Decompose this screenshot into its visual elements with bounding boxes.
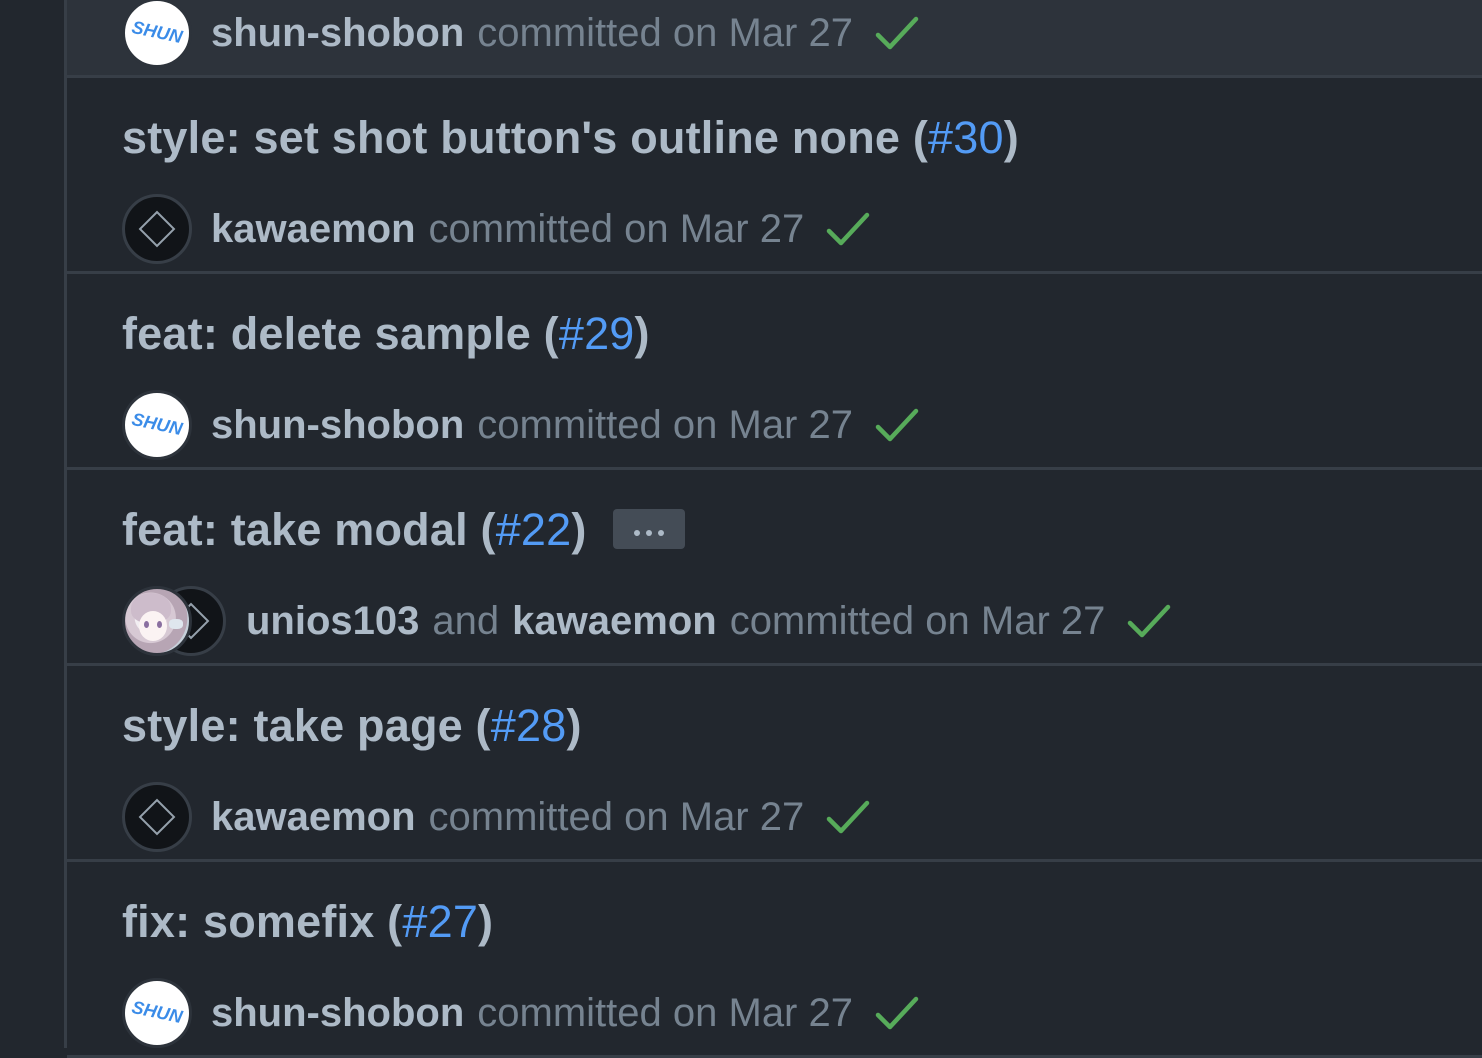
commit-meta: SHUN shun-shobon committed on Mar 27 bbox=[122, 0, 919, 68]
commit-meta: kawaemon committed on Mar 27 bbox=[122, 194, 870, 264]
commit-date[interactable]: committed on Mar 27 bbox=[477, 403, 853, 448]
commit-meta: SHUN shun-shobon committed on Mar 27 bbox=[122, 390, 919, 460]
commit-row: style: set shot button's outline none (#… bbox=[67, 78, 1482, 274]
commit-title[interactable]: feat: delete sample (#29) bbox=[122, 306, 650, 362]
avatar-art bbox=[139, 611, 167, 641]
avatar-art bbox=[157, 621, 162, 628]
diamond-icon bbox=[138, 798, 176, 836]
avatar-logo-text: SHUN bbox=[130, 408, 185, 440]
ellipsis-icon bbox=[657, 530, 664, 537]
check-icon[interactable] bbox=[826, 207, 870, 251]
avatar[interactable]: SHUN bbox=[122, 390, 192, 460]
commit-date[interactable]: committed on Mar 27 bbox=[477, 11, 853, 56]
commit-message-suffix[interactable]: ) bbox=[571, 504, 586, 555]
commit-message-suffix[interactable]: ) bbox=[1004, 112, 1019, 163]
commit-title[interactable]: feat: take modal (#22) bbox=[122, 502, 685, 558]
commit-message-suffix[interactable]: ) bbox=[635, 308, 650, 359]
and-text: and bbox=[432, 598, 500, 643]
commit-date[interactable]: committed on Mar 27 bbox=[429, 207, 805, 252]
author-link[interactable]: unios103 bbox=[246, 599, 419, 644]
avatar-art bbox=[169, 619, 183, 629]
avatar-logo-text: SHUN bbox=[130, 16, 185, 48]
avatar[interactable]: SHUN bbox=[122, 978, 192, 1048]
commit-title[interactable]: style: take page (#28) bbox=[122, 698, 582, 754]
commit-message[interactable]: style: take page ( bbox=[122, 700, 491, 751]
check-icon[interactable] bbox=[1127, 599, 1171, 643]
expand-message-button[interactable] bbox=[612, 509, 685, 550]
commit-date[interactable]: committed on Mar 27 bbox=[730, 599, 1106, 644]
ellipsis-icon bbox=[633, 530, 640, 537]
ellipsis-icon bbox=[645, 530, 652, 537]
author-link[interactable]: kawaemon bbox=[211, 207, 416, 252]
commit-row: feat: take modal (#22) unios103 and kawa… bbox=[67, 470, 1482, 666]
avatar[interactable] bbox=[122, 194, 192, 264]
commit-row: SHUN shun-shobon committed on Mar 27 bbox=[67, 0, 1482, 78]
author-link[interactable]: shun-shobon bbox=[211, 991, 464, 1036]
pr-link[interactable]: #28 bbox=[491, 700, 567, 751]
commit-meta: unios103 and kawaemon committed on Mar 2… bbox=[122, 586, 1171, 656]
diamond-icon bbox=[138, 210, 176, 248]
avatar[interactable] bbox=[122, 782, 192, 852]
commit-title[interactable]: fix: somefix (#27) bbox=[122, 894, 493, 950]
commit-row: feat: delete sample (#29) SHUN shun-shob… bbox=[67, 274, 1482, 470]
pr-link[interactable]: #22 bbox=[496, 504, 572, 555]
check-icon[interactable] bbox=[826, 795, 870, 839]
check-icon[interactable] bbox=[875, 403, 919, 447]
author-link[interactable]: kawaemon bbox=[211, 795, 416, 840]
commit-message[interactable]: feat: delete sample ( bbox=[122, 308, 559, 359]
commit-date[interactable]: committed on Mar 27 bbox=[477, 991, 853, 1036]
avatar-stack bbox=[122, 586, 226, 656]
commit-message[interactable]: fix: somefix ( bbox=[122, 896, 402, 947]
avatar-logo-text: SHUN bbox=[130, 996, 185, 1028]
author-link[interactable]: kawaemon bbox=[512, 599, 717, 644]
commit-message-suffix[interactable]: ) bbox=[478, 896, 493, 947]
commit-message-suffix[interactable]: ) bbox=[566, 700, 581, 751]
commit-message[interactable]: style: set shot button's outline none ( bbox=[122, 112, 928, 163]
commit-message[interactable]: feat: take modal ( bbox=[122, 504, 496, 555]
commit-date[interactable]: committed on Mar 27 bbox=[429, 795, 805, 840]
commit-meta: SHUN shun-shobon committed on Mar 27 bbox=[122, 978, 919, 1048]
check-icon[interactable] bbox=[875, 991, 919, 1035]
avatar[interactable] bbox=[122, 586, 192, 656]
pr-link[interactable]: #29 bbox=[559, 308, 635, 359]
commit-row: fix: somefix (#27) SHUN shun-shobon comm… bbox=[67, 862, 1482, 1058]
author-link[interactable]: shun-shobon bbox=[211, 11, 464, 56]
pr-link[interactable]: #30 bbox=[928, 112, 1004, 163]
commit-meta: kawaemon committed on Mar 27 bbox=[122, 782, 870, 852]
commit-title[interactable]: style: set shot button's outline none (#… bbox=[122, 110, 1019, 166]
avatar[interactable]: SHUN bbox=[122, 0, 192, 68]
author-link[interactable]: shun-shobon bbox=[211, 403, 464, 448]
avatar-art bbox=[144, 621, 149, 628]
check-icon[interactable] bbox=[875, 11, 919, 55]
commit-row: style: take page (#28) kawaemon committe… bbox=[67, 666, 1482, 862]
pr-link[interactable]: #27 bbox=[402, 896, 478, 947]
